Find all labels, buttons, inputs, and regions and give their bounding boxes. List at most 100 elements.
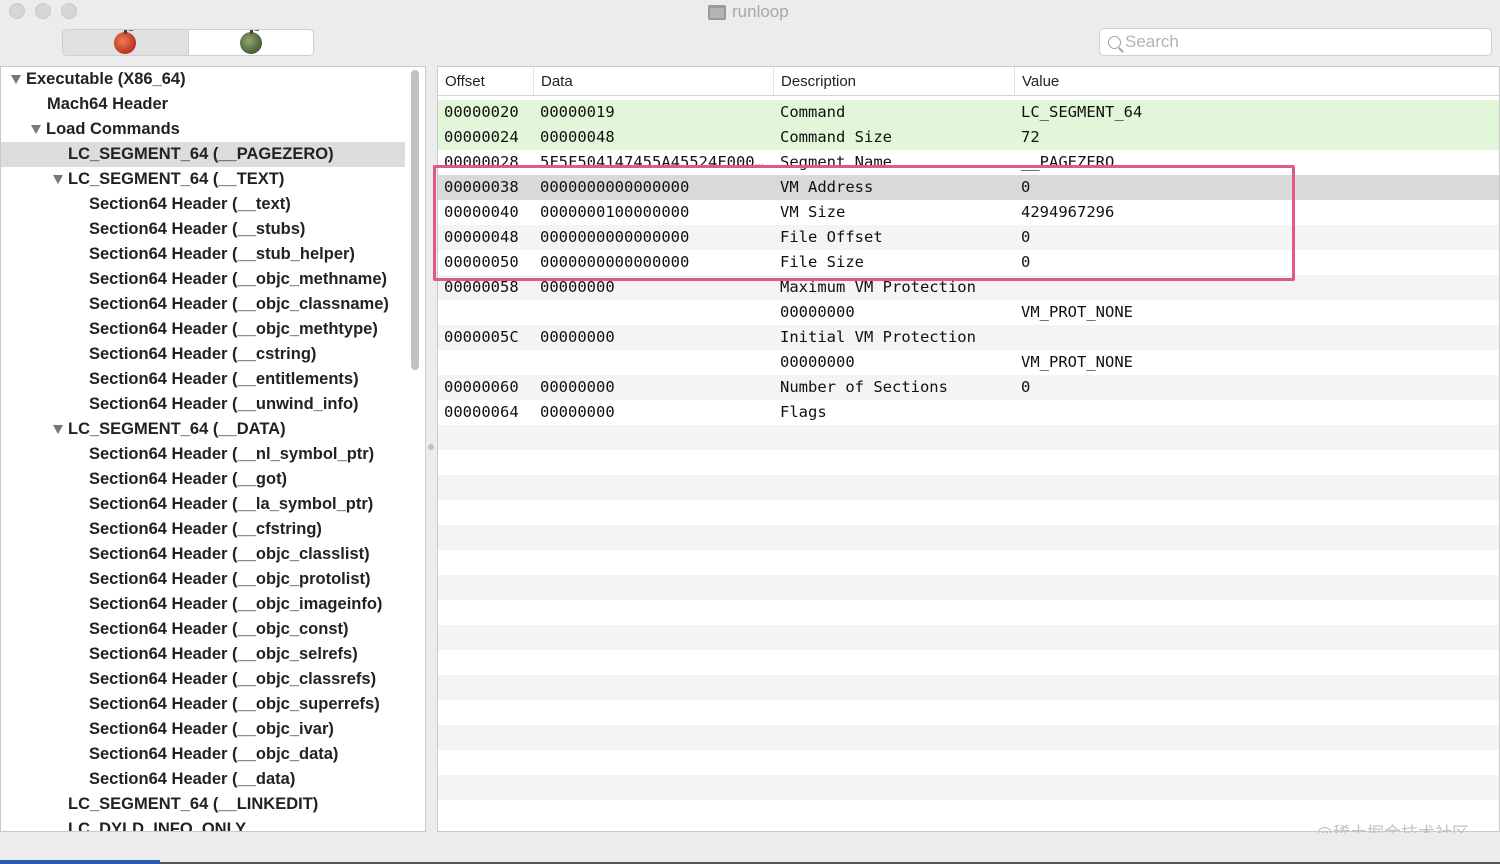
- disclosure-triangle-icon[interactable]: [53, 425, 63, 434]
- table-row[interactable]: 00000000 VM_PROT_NONE: [438, 350, 1499, 375]
- raw-view-segment[interactable]: [63, 30, 189, 55]
- tree-item[interactable]: Section64 Header (__cfstring): [1, 517, 405, 542]
- data-cell: 00000048: [540, 128, 615, 146]
- search-field[interactable]: [1099, 28, 1492, 56]
- value-cell: 72: [1021, 128, 1040, 146]
- tree-item-label: Section64 Header (__objc_imageinfo): [89, 595, 383, 613]
- empty-table-row[interactable]: [438, 475, 1499, 500]
- empty-table-row[interactable]: [438, 575, 1499, 600]
- data-cell: 0000000000000000: [540, 228, 690, 246]
- tree-item-label: Section64 Header (__objc_methtype): [89, 320, 378, 338]
- table-row[interactable]: 00000058 00000000 Maximum VM Protection: [438, 275, 1499, 300]
- empty-table-row[interactable]: [438, 625, 1499, 650]
- empty-table-row[interactable]: [438, 500, 1499, 525]
- description-cell: Flags: [780, 403, 827, 421]
- value-cell: [1021, 325, 1491, 350]
- tree-item[interactable]: Section64 Header (__objc_classrefs): [1, 667, 405, 692]
- tree-item[interactable]: LC_SEGMENT_64 (__LINKEDIT): [1, 792, 405, 817]
- split-view-handle[interactable]: [428, 444, 434, 450]
- zoom-window-button[interactable]: [61, 3, 77, 19]
- data-cell: 00000019: [540, 103, 615, 121]
- table-row[interactable]: 00000050 0000000000000000 File Size 0: [438, 250, 1499, 275]
- tree-item[interactable]: Section64 Header (__objc_methname): [1, 267, 405, 292]
- rva-view-segment[interactable]: [189, 30, 314, 55]
- empty-table-row[interactable]: [438, 750, 1499, 775]
- empty-table-row[interactable]: [438, 525, 1499, 550]
- tree-item[interactable]: Section64 Header (__objc_data): [1, 742, 405, 767]
- tree-item-label: LC_SEGMENT_64 (__PAGEZERO): [68, 145, 334, 163]
- tree-item-label: Section64 Header (__cstring): [89, 345, 317, 363]
- tree-item[interactable]: Section64 Header (__data): [1, 767, 405, 792]
- tree-item[interactable]: LC_DYLD_INFO_ONLY: [1, 817, 405, 831]
- disclosure-triangle-icon[interactable]: [53, 175, 63, 184]
- offset-cell: 00000038: [444, 178, 519, 196]
- tree-item[interactable]: LC_SEGMENT_64 (__DATA): [1, 417, 405, 442]
- tree-item[interactable]: LC_SEGMENT_64 (__PAGEZERO): [1, 142, 405, 167]
- data-cell: 0000000100000000: [540, 203, 690, 221]
- column-header-value[interactable]: Value: [1015, 67, 1499, 96]
- data-cell: 5F5F504147455A45524F000000000000: [540, 153, 772, 171]
- empty-table-row[interactable]: [438, 675, 1499, 700]
- tree-item[interactable]: Load Commands: [1, 117, 405, 142]
- load-commands-tree[interactable]: Executable (X86_64) Mach64 Header Load Com…: [0, 66, 426, 832]
- column-header-description[interactable]: Description: [774, 67, 1015, 96]
- tree-item[interactable]: Section64 Header (__objc_superrefs): [1, 692, 405, 717]
- tree-item[interactable]: Section64 Header (__cstring): [1, 342, 405, 367]
- empty-table-row[interactable]: [438, 450, 1499, 475]
- empty-table-row[interactable]: [438, 700, 1499, 725]
- empty-table-row[interactable]: [438, 650, 1499, 675]
- table-row[interactable]: 00000064 00000000 Flags: [438, 400, 1499, 425]
- tree-item-label: Section64 Header (__objc_classname): [89, 295, 389, 313]
- table-row[interactable]: 00000024 00000048 Command Size 72: [438, 125, 1499, 150]
- table-row[interactable]: 0000005C 00000000 Initial VM Protection: [438, 325, 1499, 350]
- table-row[interactable]: 00000020 00000019 Command LC_SEGMENT_64: [438, 100, 1499, 125]
- description-cell: 00000000: [780, 353, 855, 371]
- empty-table-row[interactable]: [438, 550, 1499, 575]
- table-row[interactable]: 00000000 VM_PROT_NONE: [438, 300, 1499, 325]
- empty-table-row[interactable]: [438, 425, 1499, 450]
- tree-item[interactable]: Section64 Header (__objc_imageinfo): [1, 592, 405, 617]
- tree-item[interactable]: Section64 Header (__objc_protolist): [1, 567, 405, 592]
- offset-cell: 00000024: [444, 128, 519, 146]
- tree-item[interactable]: Section64 Header (__got): [1, 467, 405, 492]
- close-window-button[interactable]: [9, 3, 25, 19]
- tree-item-label: Section64 Header (__unwind_info): [89, 395, 359, 413]
- empty-table-row[interactable]: [438, 775, 1499, 800]
- tree-item-label: Executable (X86_64): [26, 70, 186, 88]
- tree-item[interactable]: Section64 Header (__nl_symbol_ptr): [1, 442, 405, 467]
- document-icon: [708, 4, 726, 20]
- tree-item[interactable]: Section64 Header (__la_symbol_ptr): [1, 492, 405, 517]
- empty-table-row[interactable]: [438, 725, 1499, 750]
- tree-item[interactable]: Section64 Header (__entitlements): [1, 367, 405, 392]
- tree-item-label: Section64 Header (__stub_helper): [89, 245, 355, 263]
- column-header-data[interactable]: Data: [534, 67, 774, 96]
- sidebar-scrollbar[interactable]: [411, 70, 419, 370]
- table-row[interactable]: 00000038 0000000000000000 VM Address 0: [438, 175, 1499, 200]
- tree-item[interactable]: Section64 Header (__objc_const): [1, 617, 405, 642]
- table-row[interactable]: 00000028 5F5F504147455A45524F000000000000…: [438, 150, 1499, 175]
- offset-cell: 00000048: [444, 228, 519, 246]
- disclosure-triangle-icon[interactable]: [11, 75, 21, 84]
- search-input[interactable]: [1125, 32, 1465, 52]
- tree-item[interactable]: Section64 Header (__objc_ivar): [1, 717, 405, 742]
- table-row[interactable]: 00000048 0000000000000000 File Offset 0: [438, 225, 1499, 250]
- tree-item[interactable]: Mach64 Header: [1, 92, 405, 117]
- empty-table-row[interactable]: [438, 600, 1499, 625]
- tree-item[interactable]: Section64 Header (__objc_methtype): [1, 317, 405, 342]
- tree-item-label: Load Commands: [46, 120, 180, 138]
- column-header-offset[interactable]: Offset: [438, 67, 534, 96]
- disclosure-triangle-icon[interactable]: [31, 125, 41, 134]
- tree-item[interactable]: Section64 Header (__objc_selrefs): [1, 642, 405, 667]
- minimize-window-button[interactable]: [35, 3, 51, 19]
- tree-item[interactable]: Section64 Header (__stubs): [1, 217, 405, 242]
- tree-item[interactable]: Section64 Header (__text): [1, 192, 405, 217]
- tree-item[interactable]: Executable (X86_64): [1, 67, 405, 92]
- tree-item[interactable]: LC_SEGMENT_64 (__TEXT): [1, 167, 405, 192]
- table-row[interactable]: 00000040 0000000100000000 VM Size 429496729…: [438, 200, 1499, 225]
- data-cell: 00000000: [540, 278, 615, 296]
- tree-item[interactable]: Section64 Header (__unwind_info): [1, 392, 405, 417]
- tree-item[interactable]: Section64 Header (__objc_classlist): [1, 542, 405, 567]
- tree-item[interactable]: Section64 Header (__objc_classname): [1, 292, 405, 317]
- table-row[interactable]: 00000060 00000000 Number of Sections 0: [438, 375, 1499, 400]
- tree-item[interactable]: Section64 Header (__stub_helper): [1, 242, 405, 267]
